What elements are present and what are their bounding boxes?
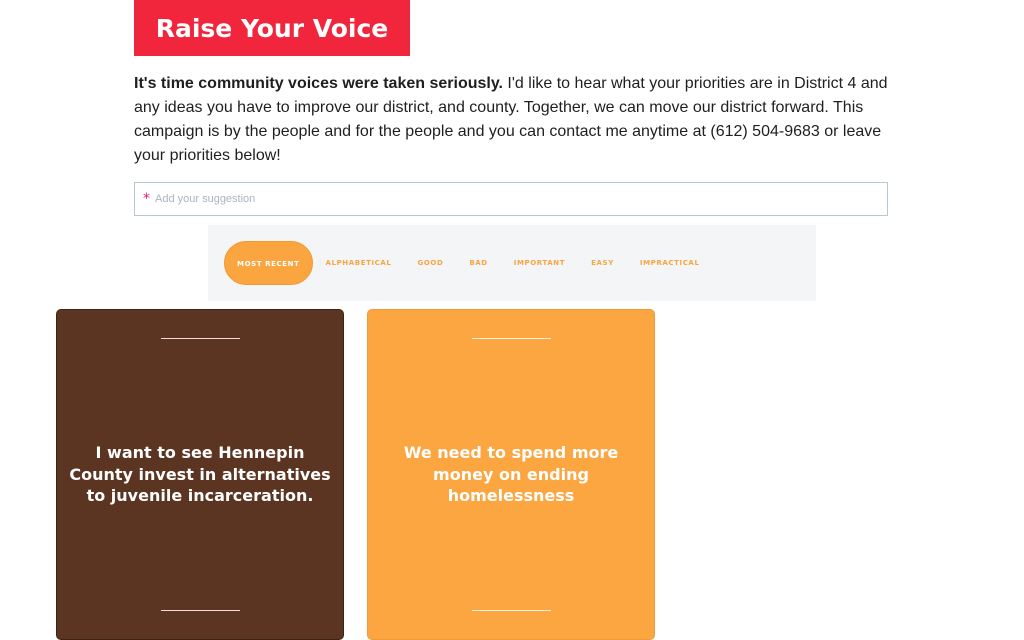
card-top-divider [472, 338, 551, 339]
intro-lead: It's time community voices were taken se… [134, 75, 503, 92]
suggestion-input[interactable] [155, 184, 887, 214]
filter-most-recent[interactable]: Most Recent [224, 241, 313, 285]
card-top-divider [161, 338, 240, 339]
card-text: We need to spend more money on ending ho… [403, 443, 619, 505]
filter-important[interactable]: Important [501, 259, 578, 267]
intro-paragraph: It's time community voices were taken se… [134, 72, 904, 168]
required-marker: * [143, 191, 150, 207]
filter-good[interactable]: Good [405, 259, 457, 267]
card-bottom-divider [161, 610, 240, 611]
filter-easy[interactable]: Easy [578, 259, 627, 267]
filter-bad[interactable]: Bad [456, 259, 500, 267]
filter-bar: Most Recent Alphabetical Good Bad Import… [208, 225, 816, 301]
page: Raise Your Voice It's time community voi… [0, 0, 1024, 640]
card-bottom-divider [472, 610, 551, 611]
title-banner: Raise Your Voice [134, 0, 410, 56]
page-title: Raise Your Voice [155, 13, 389, 43]
card-text: I want to see Hennepin County invest in … [69, 443, 331, 505]
filter-impractical[interactable]: Impractical [627, 259, 713, 267]
suggestion-card[interactable]: We need to spend more money on ending ho… [367, 309, 655, 640]
suggestion-field[interactable]: * [134, 182, 888, 216]
suggestion-card[interactable]: I want to see Hennepin County invest in … [56, 309, 344, 640]
filter-alphabetical[interactable]: Alphabetical [313, 259, 405, 267]
